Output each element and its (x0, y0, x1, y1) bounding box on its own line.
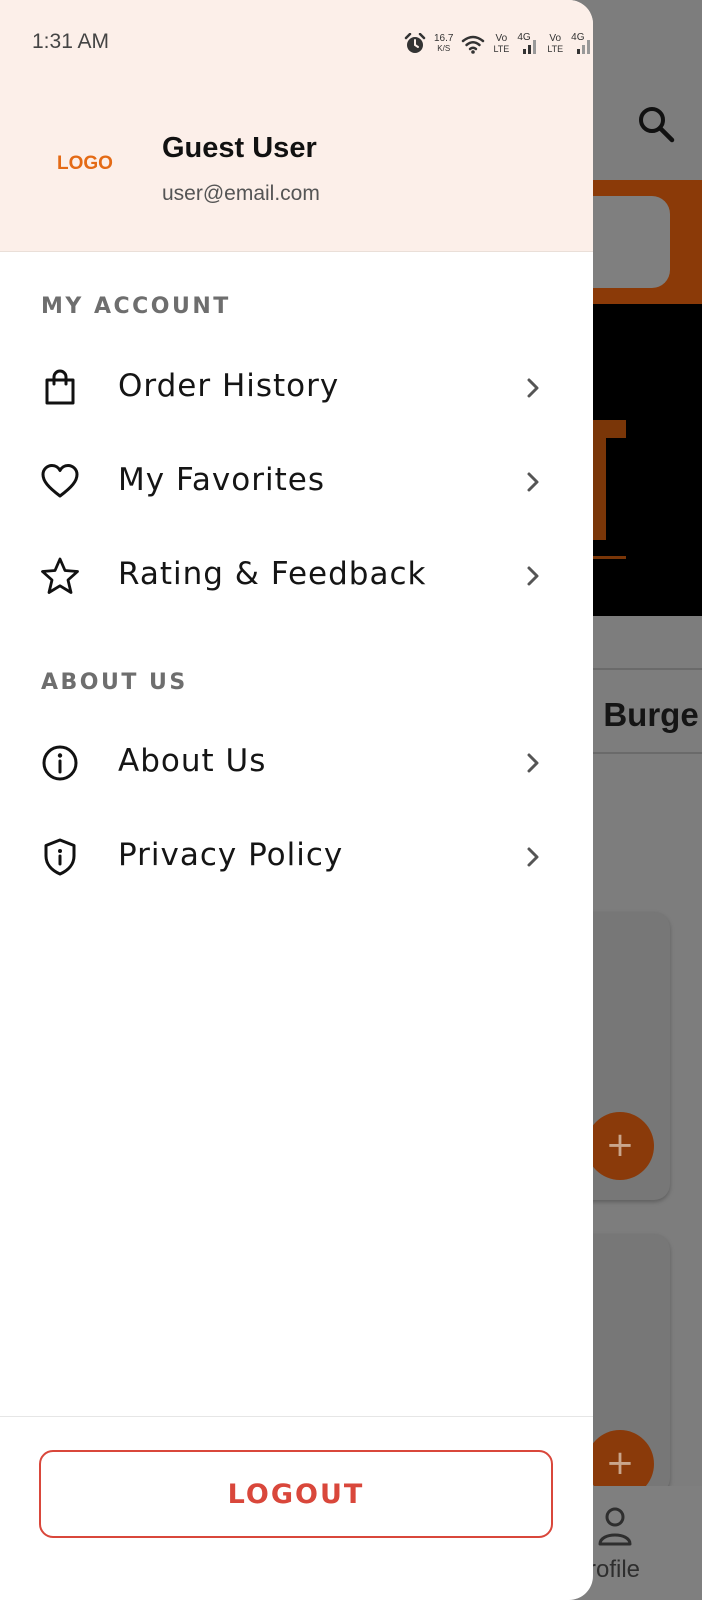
volte-label: Vo (495, 33, 508, 44)
chevron-right-icon (527, 472, 539, 492)
menu-item-label: Privacy Policy (118, 837, 344, 873)
lte-label: LTE (493, 44, 510, 54)
menu-item-about-us[interactable]: About Us (0, 723, 593, 803)
section-title-about-us: ABOUT US (41, 670, 188, 695)
lte-label: LTE (547, 44, 564, 54)
status-time: 1:31 AM (32, 30, 110, 53)
user-name: Guest User (162, 132, 317, 164)
signal-icon: 4G (571, 33, 593, 55)
chevron-right-icon (527, 566, 539, 586)
wifi-icon (462, 35, 485, 54)
heart-icon (41, 464, 79, 498)
alarm-icon (404, 33, 426, 53)
profile-icon[interactable] (596, 1506, 634, 1546)
shopping-bag-icon (45, 369, 75, 405)
network-speed-value: 16.7 (434, 33, 454, 44)
volte-badge-1: Vo LTE (493, 33, 510, 55)
shield-icon (44, 838, 76, 876)
nav-profile-label[interactable]: rofile (588, 1556, 640, 1584)
add-to-cart-button[interactable]: + (586, 1112, 654, 1180)
menu-item-label: Order History (118, 368, 340, 404)
banner-letter-graphic (592, 420, 626, 559)
network-speed-unit: K/S (437, 44, 451, 53)
volte-label: Vo (549, 33, 562, 44)
signal-icon: 4G (517, 33, 539, 55)
search-icon[interactable] (636, 104, 676, 144)
network-speed: 16.7 K/S (434, 34, 453, 54)
chevron-right-icon (527, 378, 539, 398)
user-email: user@email.com (162, 182, 320, 205)
status-icons: 16.7 K/S Vo LTE 4G Vo LTE 4G (404, 30, 593, 58)
menu-item-label: Rating & Feedback (118, 556, 427, 592)
app-logo: LOGO (57, 153, 113, 174)
menu-item-label: My Favorites (118, 462, 325, 498)
star-icon (41, 557, 79, 594)
menu-item-my-favorites[interactable]: My Favorites (0, 442, 593, 522)
drawer-footer: LOGOUT (0, 1416, 593, 1600)
drawer-header: 1:31 AM 16.7 K/S Vo LTE 4G Vo LTE 4G LOG… (0, 0, 593, 252)
menu-item-order-history[interactable]: Order History (0, 348, 593, 428)
info-icon (42, 745, 78, 781)
menu-item-privacy-policy[interactable]: Privacy Policy (0, 817, 593, 897)
navigation-drawer: 1:31 AM 16.7 K/S Vo LTE 4G Vo LTE 4G LOG… (0, 0, 593, 1600)
logout-button[interactable]: LOGOUT (39, 1450, 553, 1538)
chevron-right-icon (527, 847, 539, 867)
chevron-right-icon (527, 753, 539, 773)
volte-badge-2: Vo LTE (547, 33, 564, 55)
section-title-my-account: MY ACCOUNT (41, 294, 231, 319)
menu-item-label: About Us (118, 743, 267, 779)
menu-item-rating-feedback[interactable]: Rating & Feedback (0, 536, 593, 616)
